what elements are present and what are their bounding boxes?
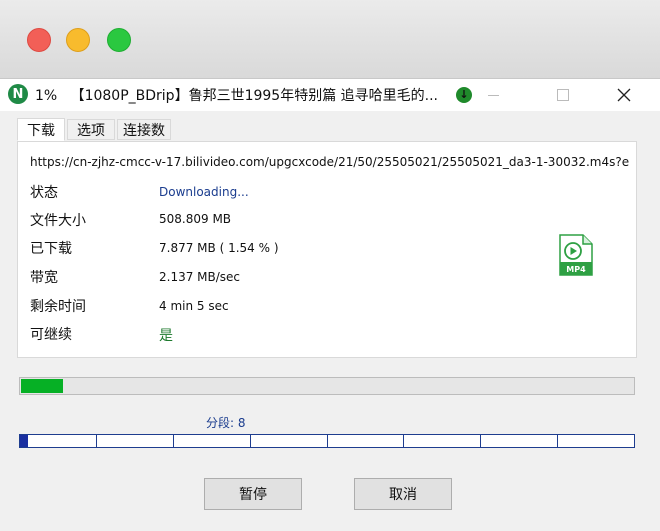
file-size-label: 文件大小 [30,213,86,229]
minimize-icon [487,94,499,96]
progress-percent: 1% [35,88,58,104]
resumable-label: 可继续 [30,327,72,343]
close-window-button[interactable] [27,28,51,52]
file-title: 【1080P_BDrip】鲁邦三世1995年特别篇 追寻哈里毛的... [70,88,438,104]
tab-connections[interactable]: 连接数 [117,119,171,140]
mp4-file-icon: MP4 [559,234,593,276]
close-button[interactable] [601,79,647,111]
maximize-icon [557,89,569,101]
segments-bar [19,434,635,448]
status-value: Downloading... [159,185,249,199]
download-progress-bar [19,377,635,395]
segment-cell [404,435,482,447]
downloaded-value: 7.877 MB ( 1.54 % ) [159,241,279,255]
time-left-label: 剩余时间 [30,299,86,315]
minimize-window-button[interactable] [66,28,90,52]
mac-window-frame [0,0,660,79]
window-title: 1% 【1080P_BDrip】鲁邦三世1995年特别篇 追寻哈里毛的... [35,85,450,105]
app-logo-icon: N [8,84,28,104]
progress-fill [21,379,63,393]
segment-cell [328,435,405,447]
minimize-button[interactable] [470,79,516,111]
cancel-button[interactable]: 取消 [354,478,452,510]
status-label: 状态 [30,185,58,201]
downloaded-label: 已下载 [30,241,72,257]
download-info-panel: https://cn-zjhz-cmcc-v-17.bilivideo.com/… [17,141,637,358]
segment-fill [20,435,28,447]
time-left-value: 4 min 5 sec [159,299,229,313]
title-bar: N 1% 【1080P_BDrip】鲁邦三世1995年特别篇 追寻哈里毛的...… [0,79,660,111]
close-icon [617,88,631,102]
tab-download[interactable]: 下载 [17,118,65,141]
segment-cell [97,435,174,447]
segment-cell [251,435,328,447]
segment-cell [481,435,559,447]
resumable-value: 是 [159,328,173,344]
segment-cell [558,435,634,447]
maximize-button[interactable] [540,79,586,111]
file-type-label: MP4 [566,265,586,274]
file-size-value: 508.809 MB [159,212,232,226]
segment-cell [174,435,251,447]
tab-options[interactable]: 选项 [67,119,115,140]
bandwidth-value: 2.137 MB/sec [159,270,241,284]
zoom-window-button[interactable] [107,28,131,52]
download-url: https://cn-zjhz-cmcc-v-17.bilivideo.com/… [30,155,630,169]
pause-button[interactable]: 暂停 [204,478,302,510]
segment-cell [20,435,97,447]
segments-label: 分段: 8 [206,416,246,430]
bandwidth-label: 带宽 [30,270,58,286]
